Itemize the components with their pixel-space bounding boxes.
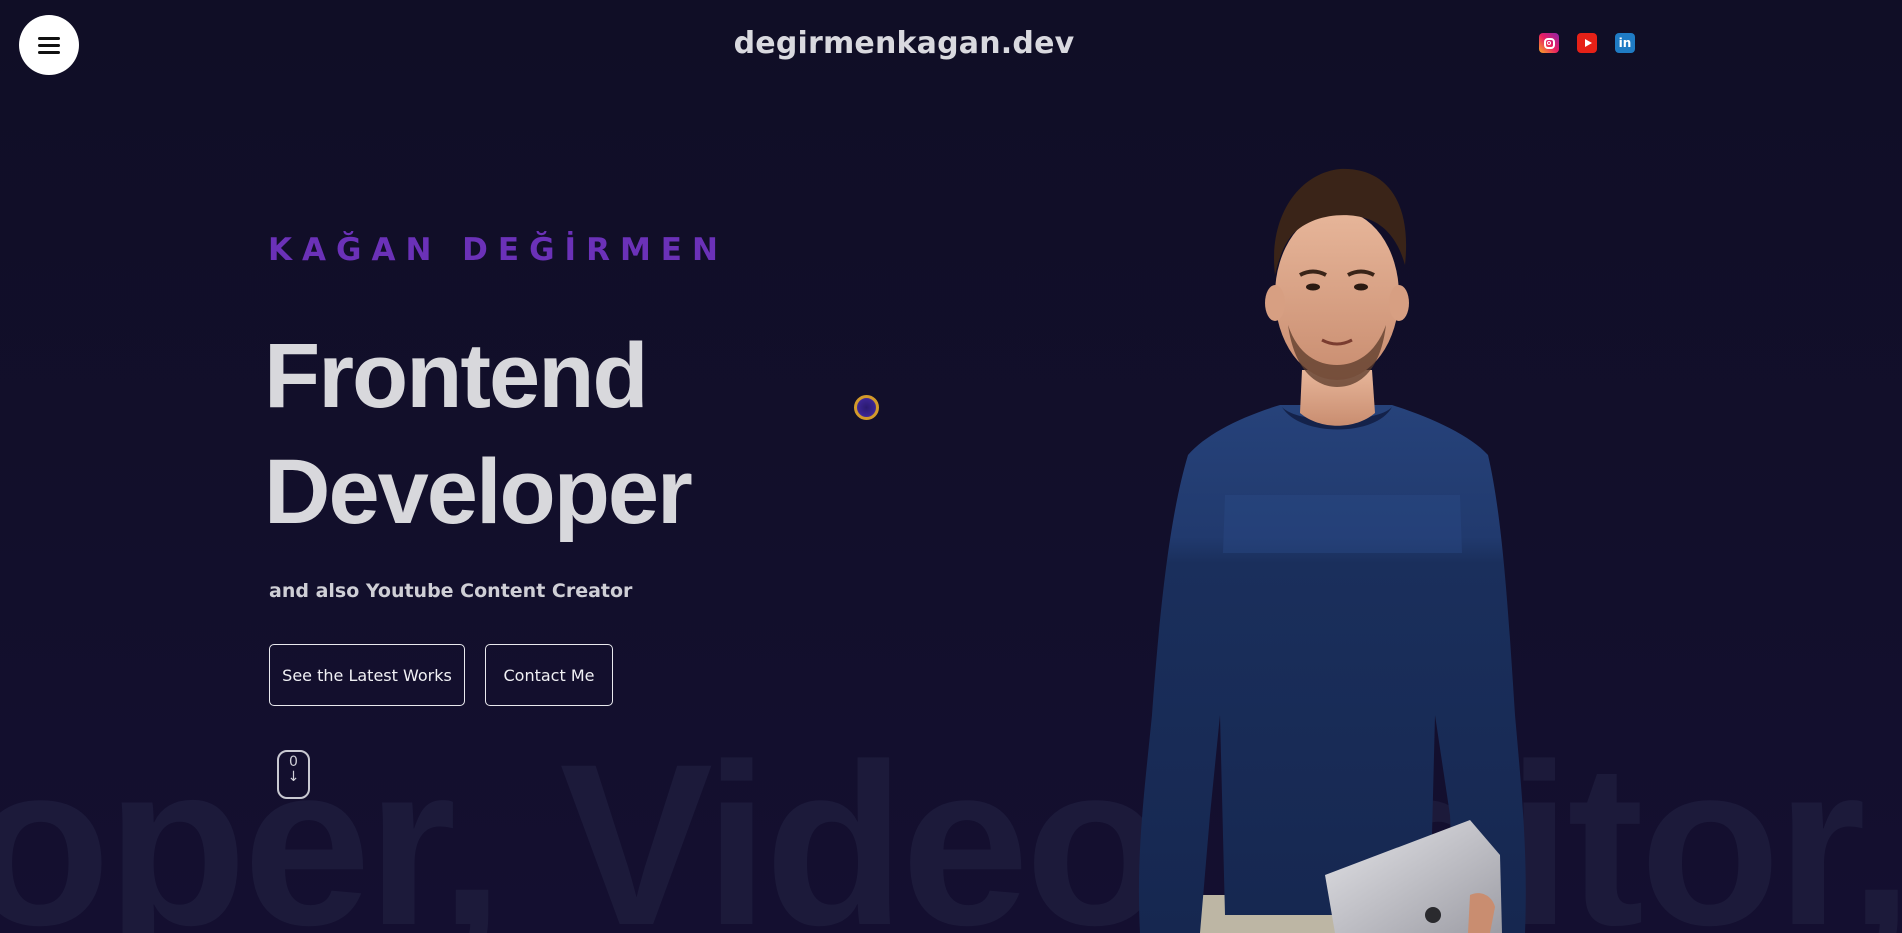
profile-portrait-image	[1138, 168, 1526, 933]
hero-headline: Frontend Developer	[264, 318, 693, 550]
hero-subline: and also Youtube Content Creator	[269, 580, 633, 602]
scroll-indicator-wheel: 0	[289, 754, 298, 770]
page: oper, Video Editor, Pl degirmenkagan.dev…	[0, 0, 1902, 933]
headline-line-1: Frontend	[264, 325, 649, 427]
scroll-mouse-icon[interactable]: 0 ↓	[277, 750, 310, 799]
hero-eyebrow-name: KAĞAN DEĞİRMEN	[268, 232, 728, 268]
scroll-down-arrow-icon: ↓	[287, 769, 300, 785]
see-latest-works-button[interactable]: See the Latest Works	[269, 644, 465, 706]
contact-me-button[interactable]: Contact Me	[485, 644, 613, 706]
site-title[interactable]: degirmenkagan.dev	[0, 26, 1808, 61]
custom-cursor-ring	[854, 395, 879, 420]
headline-line-2: Developer	[264, 441, 693, 543]
linkedin-icon[interactable]: in	[1615, 33, 1635, 53]
linkedin-glyph: in	[1618, 36, 1632, 50]
youtube-icon[interactable]	[1577, 33, 1597, 53]
social-links: in	[1539, 33, 1635, 53]
instagram-icon[interactable]	[1539, 33, 1559, 53]
